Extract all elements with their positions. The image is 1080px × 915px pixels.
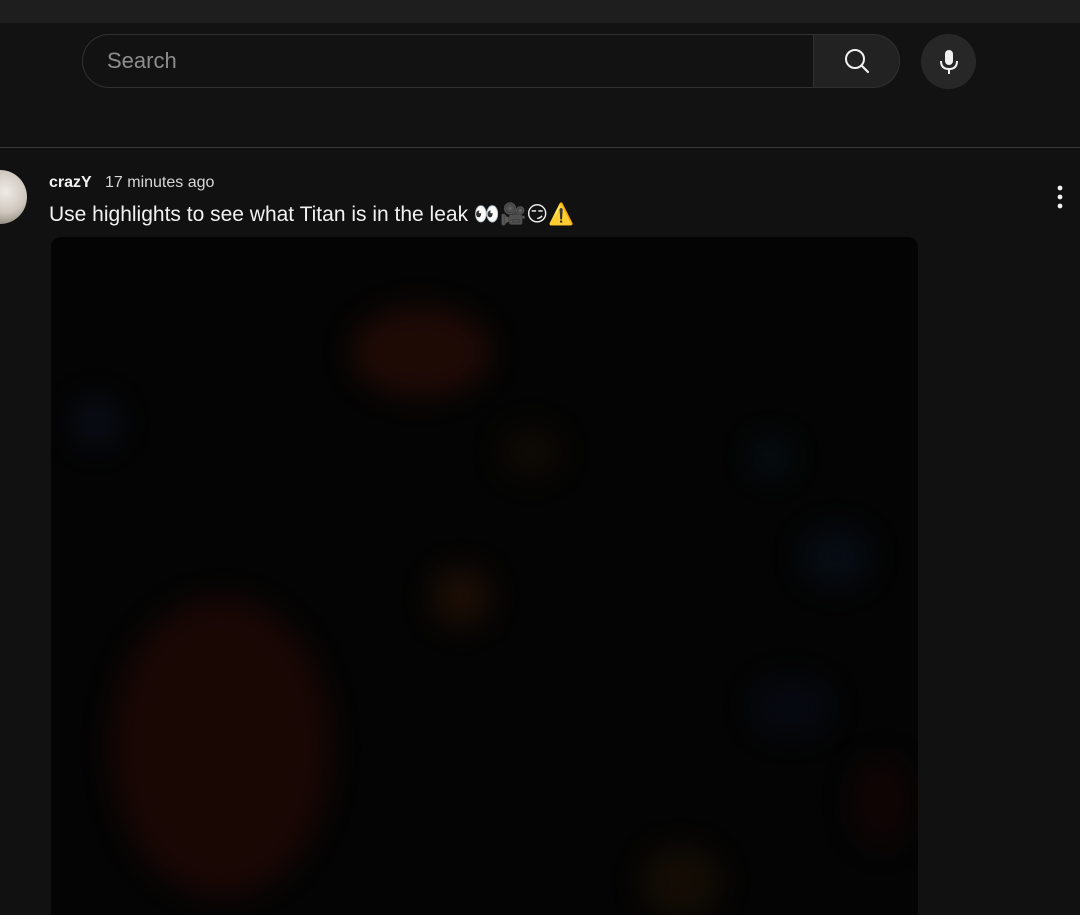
voice-search-button[interactable] xyxy=(921,34,976,89)
vertical-ellipsis-icon xyxy=(1057,185,1063,209)
search-button[interactable] xyxy=(813,34,900,88)
search-box[interactable] xyxy=(82,34,813,88)
comment-attached-image[interactable] xyxy=(51,237,918,915)
comment-thread: crazY 17 minutes ago Use highlights to s… xyxy=(0,148,1080,915)
comment-more-button[interactable] xyxy=(1048,184,1072,210)
comment-text: Use highlights to see what Titan is in t… xyxy=(49,203,575,226)
app-window: crazY 17 minutes ago Use highlights to s… xyxy=(0,0,1080,915)
comment-author[interactable]: crazY xyxy=(49,174,92,192)
avatar[interactable] xyxy=(0,170,27,224)
microphone-icon xyxy=(939,49,958,74)
search-input[interactable] xyxy=(105,47,789,75)
search-icon xyxy=(844,49,869,74)
status-strip xyxy=(0,0,1080,23)
comment-timestamp[interactable]: 17 minutes ago xyxy=(105,174,214,192)
